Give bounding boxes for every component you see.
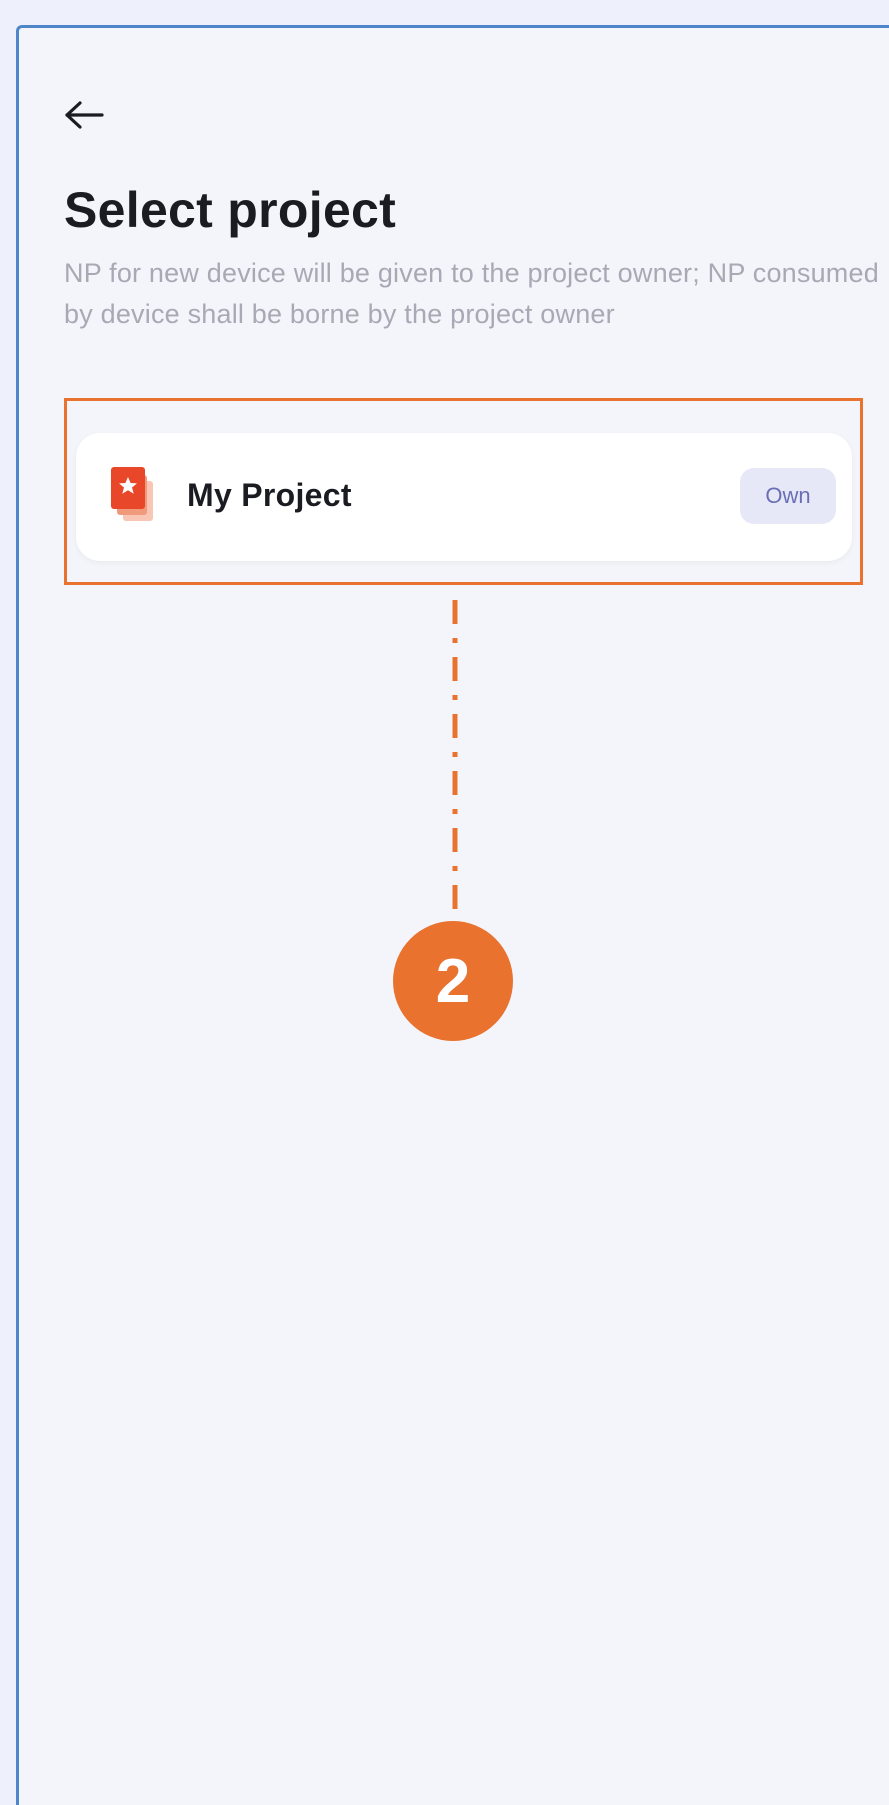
project-document-icon — [111, 467, 153, 521]
arrow-left-icon — [65, 101, 104, 129]
annotation-connector-line — [452, 600, 458, 918]
page-title: Select project — [64, 182, 397, 238]
step-number-badge: 2 — [393, 921, 513, 1041]
project-name: My Project — [187, 477, 352, 513]
page-subtitle: NP for new device will be given to the p… — [64, 258, 879, 329]
back-button[interactable] — [59, 90, 109, 140]
project-item-my-project[interactable]: My Project Own — [76, 433, 852, 561]
own-badge: Own — [740, 468, 836, 524]
app-screen: Select project NP for new device will be… — [16, 25, 889, 1805]
